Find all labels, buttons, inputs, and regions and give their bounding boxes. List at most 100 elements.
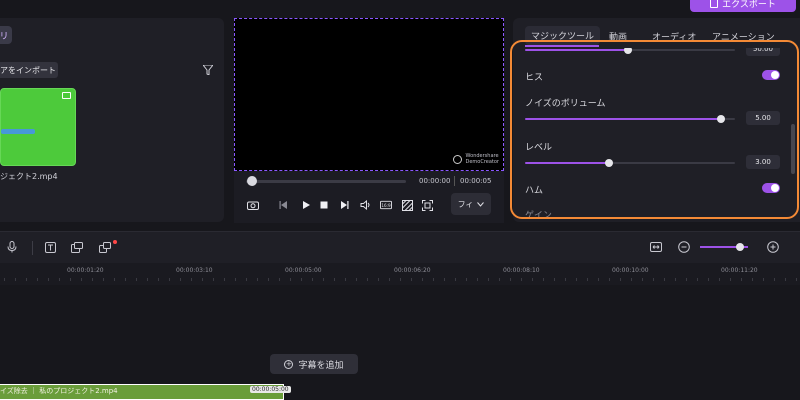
ruler-tick: [708, 278, 709, 281]
ruler-tick: [37, 278, 38, 281]
noise-volume-label: ノイズのボリューム: [525, 99, 606, 109]
noise-volume-handle[interactable]: [717, 115, 725, 123]
top-slider-track[interactable]: [628, 49, 735, 51]
ruler-tick: [631, 278, 632, 281]
fit-label: フィ: [457, 199, 474, 209]
stop-icon[interactable]: [318, 199, 330, 211]
ruler-tick: [136, 278, 137, 281]
ruler-label: 00:00:01:20: [67, 267, 104, 274]
ruler-tick: [433, 278, 434, 281]
fullscreen-icon[interactable]: [421, 199, 433, 211]
ruler-label: 00:00:08:10: [503, 267, 540, 274]
ruler-tick: [411, 278, 412, 281]
ruler-tick: [169, 278, 170, 281]
filter-icon[interactable]: [203, 65, 213, 75]
panel-scrollbar[interactable]: [791, 124, 795, 174]
media-panel: リ アをインポート ジェクト2.mp4: [0, 18, 224, 222]
ruler-tick: [719, 278, 720, 281]
progress-handle[interactable]: [247, 176, 258, 186]
import-media-button[interactable]: アをインポート: [0, 62, 58, 78]
ruler-label: 00:00:10:00: [612, 267, 649, 274]
ruler-tick: [70, 278, 71, 281]
text-icon[interactable]: [44, 241, 56, 253]
timeline-clip[interactable]: イズ除去 ｜ 私のプロジェクト2.mp4 00:00:05:00: [0, 384, 291, 400]
level-handle[interactable]: [605, 159, 613, 167]
ruler-tick: [785, 278, 786, 281]
notification-dot: [113, 240, 117, 244]
tab-magic-tools[interactable]: マジックツール: [525, 26, 601, 45]
fit-timeline-icon[interactable]: [650, 241, 662, 253]
noise-volume-fill: [525, 118, 721, 120]
timeline-tracks[interactable]: [0, 285, 800, 400]
total-time: 00:00:05: [460, 177, 492, 185]
timeline-toolbar: [0, 231, 800, 263]
zoom-slider-handle[interactable]: [736, 243, 744, 251]
ruler-tick: [180, 278, 181, 281]
ruler-tick: [356, 278, 357, 281]
zoom-in-icon[interactable]: [767, 241, 779, 253]
top-value[interactable]: 50.00: [746, 48, 780, 56]
ruler-tick: [114, 278, 115, 281]
transparency-grid-icon[interactable]: [401, 199, 413, 211]
ruler-tick: [290, 278, 291, 281]
progress-track[interactable]: [246, 180, 406, 183]
chevron-down-icon: [477, 201, 485, 207]
zoom-out-icon[interactable]: [678, 241, 690, 253]
sticker-icon[interactable]: [99, 241, 111, 253]
ruler-tick: [312, 278, 313, 281]
noise-volume-value[interactable]: 5.00: [746, 111, 780, 125]
ruler-tick: [477, 278, 478, 281]
level-track[interactable]: [609, 162, 735, 164]
play-icon[interactable]: [300, 199, 312, 211]
video-preview[interactable]: Wondershare DemoCreator: [234, 18, 504, 171]
export-icon: [710, 0, 719, 8]
media-thumbnail[interactable]: [0, 88, 76, 166]
add-subtitle-button[interactable]: + 字幕を追加: [270, 354, 358, 374]
hiss-toggle[interactable]: [762, 70, 780, 80]
ruler-tick: [686, 278, 687, 281]
ruler-tick: [345, 278, 346, 281]
ruler-tick: [774, 278, 775, 281]
media-tab[interactable]: リ: [0, 26, 12, 44]
tab-video[interactable]: 動画: [609, 30, 627, 43]
snapshot-icon[interactable]: [247, 199, 259, 211]
ruler-label: 00:00:11:20: [721, 267, 758, 274]
ruler-tick: [48, 278, 49, 281]
ruler-tick: [576, 278, 577, 281]
ruler-tick: [620, 278, 621, 281]
clip-duration: 00:00:05:00: [250, 386, 291, 393]
ruler-tick: [213, 278, 214, 281]
export-button[interactable]: エクスポート: [690, 0, 796, 12]
subtitle-icon[interactable]: [71, 241, 83, 253]
ruler-tick: [422, 278, 423, 281]
microphone-icon[interactable]: [6, 241, 18, 253]
aspect-ratio-icon[interactable]: 16:9: [380, 199, 392, 211]
level-value[interactable]: 3.00: [746, 155, 780, 169]
properties-panel: マジックツール 動画 オーディオ アニメーション 50.00 ヒス ノイズのボリ…: [513, 18, 800, 222]
active-tab-indicator: [525, 45, 599, 47]
ruler-tick: [235, 278, 236, 281]
ruler-tick: [675, 278, 676, 281]
timeline-ruler[interactable]: 00:00:01:20 00:00:03:10 00:00:05:00 00:0…: [0, 263, 800, 285]
ruler-tick: [323, 278, 324, 281]
ruler-tick: [158, 278, 159, 281]
ruler-tick: [81, 278, 82, 281]
tab-animation[interactable]: アニメーション: [712, 30, 775, 43]
ruler-tick: [642, 278, 643, 281]
ruler-tick: [444, 278, 445, 281]
level-label: レベル: [525, 143, 553, 153]
export-label: エクスポート: [722, 0, 776, 10]
add-subtitle-label: 字幕を追加: [298, 360, 344, 371]
tab-audio[interactable]: オーディオ: [652, 30, 696, 43]
prev-frame-icon[interactable]: [278, 199, 290, 211]
hum-toggle[interactable]: [762, 183, 780, 193]
current-time: 00:00:00: [419, 177, 451, 185]
fit-dropdown[interactable]: フィ: [451, 193, 491, 215]
next-frame-icon[interactable]: [338, 199, 350, 211]
watermark-line-2: DemoCreator: [465, 159, 499, 165]
top-slider-handle[interactable]: [624, 48, 632, 54]
ruler-label: 00:00:03:10: [176, 267, 213, 274]
volume-icon[interactable]: [360, 199, 372, 211]
ruler-tick: [202, 278, 203, 281]
ruler-tick: [367, 278, 368, 281]
